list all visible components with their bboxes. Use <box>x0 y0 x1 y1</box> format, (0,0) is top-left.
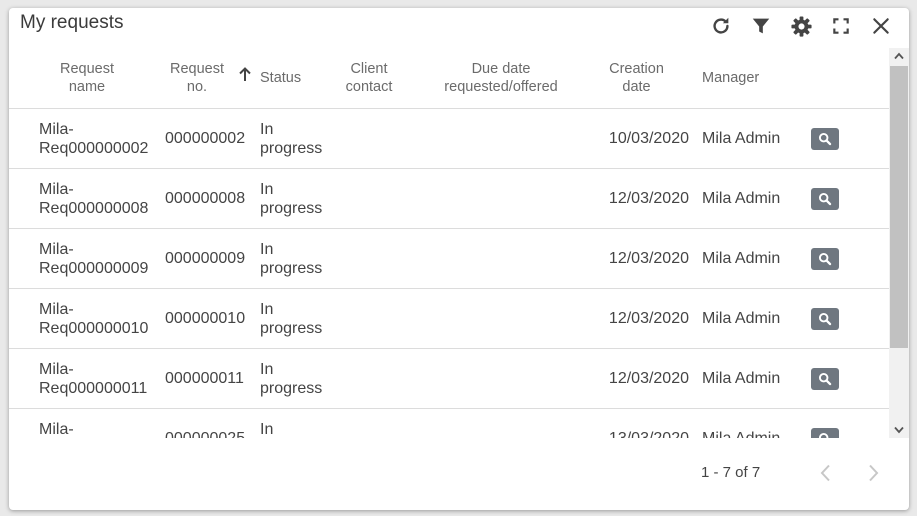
cell-creation-date: 10/03/2020 <box>608 130 689 147</box>
table-row[interactable]: Mila- Req000000008 000000008 In progress… <box>9 169 889 229</box>
table-row[interactable]: Mila- Req000000010 000000010 In progress… <box>9 289 889 349</box>
table-row[interactable]: Mila- Req000000002 000000002 In progress… <box>9 109 889 169</box>
view-request-button[interactable] <box>811 187 839 210</box>
chevron-down-icon <box>894 426 904 434</box>
refresh-icon <box>713 17 729 34</box>
cell-request-name: Mila- Req000000009 <box>39 240 149 277</box>
header-request-name[interactable]: Request name <box>39 48 135 108</box>
panel-title: My requests <box>20 12 124 33</box>
cell-manager: Mila Admin <box>702 250 781 267</box>
cell-creation-date: 13/03/2020 <box>569 409 689 438</box>
filter-button[interactable] <box>741 13 781 39</box>
close-icon <box>873 18 889 34</box>
cell-request-name: Mila- Req000000025 <box>39 420 74 438</box>
cell-creation-date: 12/03/2020 <box>608 250 689 267</box>
header-status[interactable]: Status <box>260 48 330 108</box>
cell-status: In progress <box>260 240 323 277</box>
cell-request-no: 000000011 <box>165 370 244 387</box>
pagination-range: 1 - 7 of 7 <box>701 464 761 481</box>
header-client-contact[interactable]: Client contact <box>329 48 409 108</box>
cell-manager: Mila Admin <box>702 370 781 387</box>
view-request-button[interactable] <box>811 427 839 438</box>
view-request-button[interactable] <box>811 247 839 270</box>
cell-request-no: 000000025 <box>165 409 255 438</box>
sort-ascending-icon[interactable] <box>238 66 252 82</box>
magnifier-icon <box>818 192 832 205</box>
table-header: Request name Request no. Status Client c… <box>9 48 889 109</box>
scroll-down-button[interactable] <box>889 422 909 438</box>
fullscreen-icon <box>833 18 849 34</box>
cell-status: In progress <box>260 360 323 397</box>
fullscreen-button[interactable] <box>821 13 861 39</box>
next-page-button[interactable] <box>861 460 887 486</box>
cell-request-name: Mila- Req000000011 <box>39 360 148 397</box>
cell-status: In progress <box>260 300 323 337</box>
cell-manager: Mila Admin <box>702 310 781 327</box>
cell-actions <box>811 409 839 438</box>
cell-status: In progress <box>260 180 323 217</box>
cell-manager: Mila Admin <box>702 409 802 438</box>
view-request-button[interactable] <box>811 307 839 330</box>
cell-actions <box>811 169 839 228</box>
cell-status: In progress <box>260 420 274 438</box>
cell-creation-date: 12/03/2020 <box>608 310 689 327</box>
close-button[interactable] <box>861 13 901 39</box>
header-manager[interactable]: Manager <box>702 48 792 108</box>
cell-actions <box>811 349 839 408</box>
cell-creation-date: 12/03/2020 <box>608 370 689 387</box>
scrollbar-thumb[interactable] <box>890 66 908 348</box>
header-due-date[interactable]: Due date requested/offered <box>424 48 578 108</box>
cell-request-name: Mila- Req000000010 <box>39 300 149 337</box>
chevron-right-icon <box>869 464 879 482</box>
view-request-button[interactable] <box>811 127 839 150</box>
table-body: Mila- Req000000002 000000002 In progress… <box>9 109 889 438</box>
chevron-left-icon <box>820 464 830 482</box>
cell-request-name: Mila- Req000000002 <box>39 120 149 157</box>
cell-actions <box>811 109 839 168</box>
cell-status: In progress <box>260 120 323 157</box>
refresh-button[interactable] <box>701 13 741 39</box>
requests-table: Request name Request no. Status Client c… <box>9 48 889 438</box>
filter-icon <box>752 18 770 34</box>
settings-icon <box>790 15 812 37</box>
settings-button[interactable] <box>781 13 821 39</box>
cell-request-name: Mila- Req000000008 <box>39 180 149 217</box>
cell-request-no: 000000008 <box>165 190 246 207</box>
magnifier-icon <box>818 132 832 145</box>
view-request-button[interactable] <box>811 367 839 390</box>
magnifier-icon <box>818 312 832 325</box>
table-row[interactable]: Mila- Req000000011 000000011 In progress… <box>9 349 889 409</box>
cell-request-no: 000000002 <box>165 130 246 147</box>
cell-request-no: 000000010 <box>165 310 246 327</box>
magnifier-icon <box>818 252 832 265</box>
scroll-up-button[interactable] <box>889 48 909 64</box>
cell-creation-date: 12/03/2020 <box>608 190 689 207</box>
cell-manager: Mila Admin <box>702 190 781 207</box>
panel-toolbar <box>701 13 901 39</box>
header-request-no[interactable]: Request no. <box>159 48 235 108</box>
requests-panel: My requests Request name Request no. Sta… <box>9 8 909 510</box>
magnifier-icon <box>818 372 832 385</box>
cell-request-no: 000000009 <box>165 250 246 267</box>
chevron-up-icon <box>894 52 904 60</box>
header-creation-date[interactable]: Creation date <box>594 48 679 108</box>
table-row[interactable]: Mila- Req000000009 000000009 In progress… <box>9 229 889 289</box>
vertical-scrollbar[interactable] <box>889 48 909 438</box>
previous-page-button[interactable] <box>812 460 838 486</box>
cell-actions <box>811 229 839 288</box>
cell-actions <box>811 289 839 348</box>
table-footer: 1 - 7 of 7 <box>9 438 909 510</box>
table-row[interactable]: Mila- Req000000025 000000025 In progress… <box>9 409 889 438</box>
cell-manager: Mila Admin <box>702 130 781 147</box>
